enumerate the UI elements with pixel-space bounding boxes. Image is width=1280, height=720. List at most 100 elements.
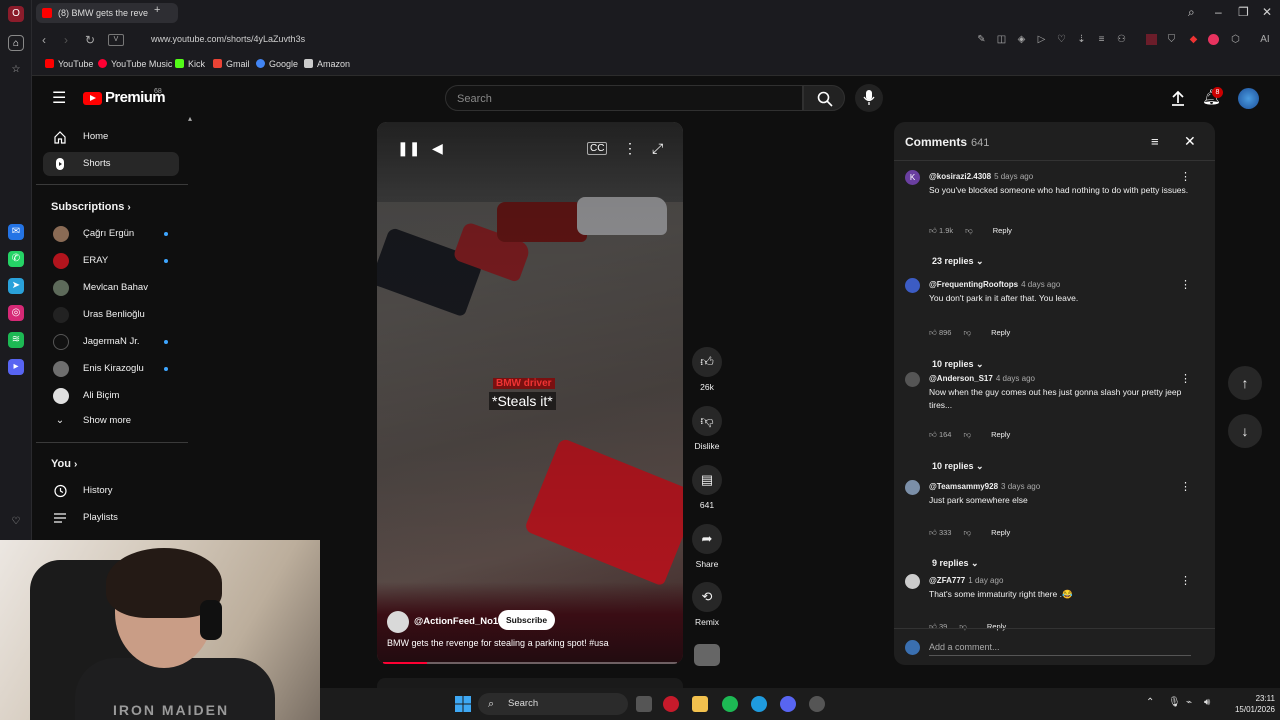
comment-author[interactable]: @Anderson_S17 4 days ago: [929, 374, 1035, 383]
extensions-puzzle-icon[interactable]: ⬡: [1230, 34, 1241, 45]
comment-author[interactable]: @Teamsammy928 3 days ago: [929, 482, 1040, 491]
view-replies-button[interactable]: 10 replies ⌄: [932, 461, 984, 472]
instagram-icon[interactable]: ◎: [8, 305, 24, 321]
extension-icon[interactable]: [1208, 34, 1219, 45]
upload-icon[interactable]: [1170, 90, 1186, 106]
hamburger-menu-icon[interactable]: ☰: [52, 88, 66, 108]
thumbs-down-icon[interactable]: 👎︎: [963, 528, 971, 537]
opera-taskbar-icon[interactable]: [663, 696, 679, 712]
edit-icon[interactable]: ✎: [976, 34, 987, 45]
volume-icon[interactable]: ◀︎: [432, 140, 443, 157]
comment-more-icon[interactable]: ⋮: [1180, 278, 1191, 291]
thumbs-up-icon[interactable]: 👍︎: [929, 528, 937, 537]
sort-icon[interactable]: ≡: [1151, 134, 1159, 149]
pause-icon[interactable]: ❚❚: [397, 140, 420, 157]
thumbs-up-icon[interactable]: 👍︎: [929, 226, 937, 235]
forward-icon[interactable]: ›: [64, 33, 68, 47]
scroll-up-icon[interactable]: ▴: [188, 114, 192, 123]
thumbs-up-icon[interactable]: 👍︎: [929, 328, 937, 337]
messenger-icon[interactable]: ✉: [8, 224, 24, 240]
reply-button[interactable]: Reply: [991, 430, 1010, 439]
maximize-button[interactable]: ❐: [1238, 5, 1249, 19]
windows-start-icon[interactable]: [455, 696, 471, 712]
comment-author[interactable]: @ZFA777 1 day ago: [929, 576, 1003, 585]
bookmark-youtube-music[interactable]: YouTube Music: [98, 59, 172, 69]
video-progress-bar[interactable]: [383, 662, 677, 664]
search-button[interactable]: [803, 85, 845, 111]
fullscreen-icon[interactable]: ⤢: [652, 140, 663, 157]
next-short-button[interactable]: ↓: [1228, 414, 1262, 448]
subscription-item[interactable]: Uras Benlioğlu: [43, 303, 179, 327]
tray-overflow-icon[interactable]: ⌃: [1146, 697, 1154, 708]
discord-taskbar-icon[interactable]: [780, 696, 796, 712]
close-window-button[interactable]: ✕: [1262, 5, 1272, 19]
reload-icon[interactable]: ↻: [85, 33, 95, 47]
spotify-taskbar-icon[interactable]: [722, 696, 738, 712]
view-replies-button[interactable]: 23 replies ⌄: [932, 256, 984, 267]
avatar[interactable]: K: [905, 170, 920, 185]
youtube-logo-icon[interactable]: [83, 92, 102, 105]
view-replies-button[interactable]: 10 replies ⌄: [932, 359, 984, 370]
snapshot-icon[interactable]: ◫: [996, 34, 1007, 45]
view-replies-button[interactable]: 9 replies ⌄: [932, 558, 979, 569]
account-avatar[interactable]: [1238, 88, 1259, 109]
extension-icon[interactable]: ⛉: [1166, 34, 1177, 45]
comment-more-icon[interactable]: ⋮: [1180, 480, 1191, 493]
workspace-home-icon[interactable]: ⌂: [8, 35, 24, 51]
telegram-icon[interactable]: ➤: [8, 278, 24, 294]
thumbs-up-icon[interactable]: 👍︎: [929, 430, 937, 439]
heart-icon[interactable]: ♡: [1056, 34, 1067, 45]
channel-name[interactable]: @ActionFeed_No1: [414, 616, 498, 627]
thumbs-down-icon[interactable]: 👎︎: [963, 328, 971, 337]
vpn-badge-icon[interactable]: V: [108, 34, 124, 46]
microphone-tray-icon[interactable]: 🎙︎: [1168, 697, 1181, 708]
url-field[interactable]: www.youtube.com/shorts/4yLaZuvth3s: [151, 34, 305, 44]
subscription-item[interactable]: Ali Biçim: [43, 384, 179, 408]
avatar[interactable]: [905, 574, 920, 589]
subscription-item[interactable]: JagermaN Jr.: [43, 330, 179, 354]
guide-shorts[interactable]: Shorts: [43, 152, 179, 176]
thumbs-up-icon[interactable]: 👍︎: [929, 622, 937, 631]
subscription-item[interactable]: Enis Kirazoglu: [43, 357, 179, 381]
remix-button[interactable]: ⟲ Remix: [690, 582, 724, 627]
shorts-player[interactable]: BMW driver *Steals it* ❚❚ ◀︎ CC ⋮ ⤢ @Act…: [377, 122, 683, 664]
voice-search-button[interactable]: [855, 84, 883, 112]
taskbar-clock[interactable]: 23:11 15/01/2026: [1225, 693, 1275, 715]
captions-icon[interactable]: CC: [587, 142, 608, 155]
comment-author[interactable]: @FrequentingRooftops 4 days ago: [929, 280, 1060, 289]
extension-icon[interactable]: ◆: [1188, 34, 1199, 45]
guide-history[interactable]: History: [43, 479, 179, 503]
comments-button[interactable]: ▤ 641: [690, 465, 724, 510]
subscribe-button[interactable]: Subscribe: [498, 610, 556, 630]
reply-button[interactable]: Reply: [987, 622, 1006, 631]
comment-more-icon[interactable]: ⋮: [1180, 170, 1191, 183]
ai-icon[interactable]: AI: [1254, 34, 1276, 45]
short-title[interactable]: BMW gets the revenge for stealing a park…: [387, 638, 609, 648]
tab-search-icon[interactable]: ⌕: [1188, 5, 1195, 20]
play-icon[interactable]: ▷: [1036, 34, 1047, 45]
avatar[interactable]: [905, 480, 920, 495]
thumbs-down-icon[interactable]: 👎︎: [959, 622, 967, 631]
minimize-button[interactable]: –: [1215, 5, 1222, 19]
avatar[interactable]: [905, 278, 920, 293]
bookmark-amazon[interactable]: Amazon: [304, 59, 350, 69]
network-icon[interactable]: ⌁: [1186, 697, 1192, 708]
comment-more-icon[interactable]: ⋮: [1180, 372, 1191, 385]
spotify-icon[interactable]: ≋: [8, 332, 24, 348]
extension-icon[interactable]: [1146, 34, 1157, 45]
taskbar-search[interactable]: ⌕ Search: [478, 693, 628, 715]
bookmark-kick[interactable]: Kick: [175, 59, 205, 69]
opera-logo-icon[interactable]: O: [8, 6, 24, 22]
previous-short-button[interactable]: ↑: [1228, 366, 1262, 400]
shield-icon[interactable]: ◈: [1016, 34, 1027, 45]
whatsapp-icon[interactable]: ✆: [8, 251, 24, 267]
more-options-icon[interactable]: ⋮: [623, 140, 637, 157]
like-button[interactable]: 👍︎ 26k: [690, 347, 724, 392]
speed-dial-icon[interactable]: ☆: [8, 62, 24, 78]
you-header[interactable]: You ›: [51, 458, 77, 470]
volume-tray-icon[interactable]: 🔊︎: [1204, 697, 1210, 708]
add-comment-input[interactable]: Add a comment...: [929, 642, 1000, 652]
share-button[interactable]: ➦ Share: [690, 524, 724, 569]
discord-icon[interactable]: ▸: [8, 359, 24, 375]
reply-button[interactable]: Reply: [991, 328, 1010, 337]
